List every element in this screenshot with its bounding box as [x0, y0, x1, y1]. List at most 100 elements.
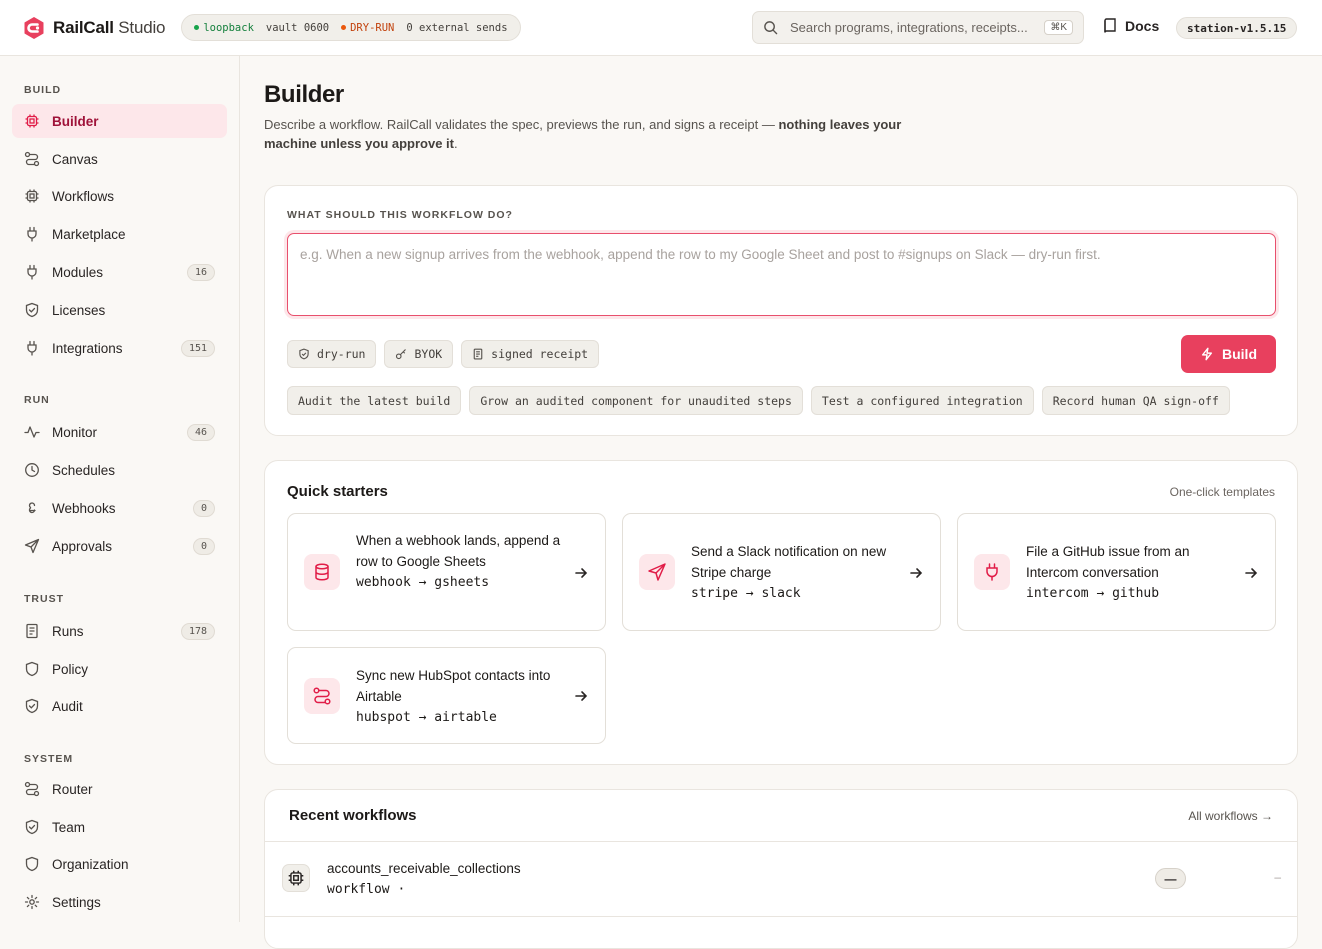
page-description: Describe a workflow. RailCall validates … [264, 117, 902, 151]
lightning-icon [1201, 347, 1213, 361]
cpu-icon [24, 188, 40, 204]
gear-icon [24, 894, 40, 910]
sidebar-item-label: Builder [52, 113, 99, 129]
section-trust: TRUST [24, 593, 64, 605]
suggestion-chips: Audit the latest build Grow an audited c… [287, 386, 1230, 415]
workflow-updated: – [1274, 870, 1281, 884]
cpu-icon [282, 864, 310, 892]
count-badge: 178 [180, 622, 215, 640]
byok-chip[interactable]: BYOK [384, 340, 454, 368]
sidebar-item-label: Router [52, 781, 93, 797]
sidebar: BUILD Builder Canvas Workflows Marketpla… [0, 56, 240, 922]
recent-workflows-card: Recent workflows All workflows → account… [264, 789, 1298, 949]
starter-text: Send a Slack notification on new Stripe … [691, 541, 896, 604]
railcall-logo-icon [24, 16, 44, 39]
sidebar-item-label: Schedules [52, 462, 116, 478]
all-workflows-link[interactable]: All workflows → [1188, 809, 1273, 823]
search-input[interactable]: Search programs, integrations, receipts.… [752, 11, 1084, 44]
route-icon [24, 781, 40, 797]
starter-intercom-github[interactable]: File a GitHub issue from an Intercom con… [957, 513, 1276, 631]
count-badge: 16 [186, 263, 215, 281]
quick-starters-subtitle: One-click templates [1169, 485, 1275, 499]
starter-webhook-gsheets[interactable]: When a webhook lands, append a row to Go… [287, 513, 606, 631]
suggestion-test-integration[interactable]: Test a configured integration [810, 386, 1034, 415]
sidebar-item-policy[interactable]: Policy [12, 652, 227, 686]
send-icon [639, 554, 675, 590]
starter-text: Sync new HubSpot contacts into Airtable … [356, 665, 561, 728]
suggestion-audit-latest-build[interactable]: Audit the latest build [287, 386, 462, 415]
sidebar-item-label: Integrations [52, 340, 123, 356]
sidebar-item-label: Modules [52, 264, 104, 280]
sidebar-item-marketplace[interactable]: Marketplace [12, 217, 227, 251]
database-icon [304, 554, 340, 590]
plug-icon [24, 264, 40, 280]
brand-logo[interactable]: RailCall Studio [22, 16, 166, 40]
count-badge: 0 [192, 499, 215, 517]
sidebar-item-label: Policy [52, 661, 89, 677]
sidebar-item-schedules[interactable]: Schedules [12, 453, 227, 487]
version-badge: station-v1.5.15 [1176, 17, 1298, 39]
cpu-icon [24, 113, 40, 129]
workflow-prompt-card: WHAT SHOULD THIS WORKFLOW DO? e.g. When … [264, 185, 1298, 436]
docs-link[interactable]: Docs [1103, 18, 1159, 34]
workflow-description-input[interactable]: e.g. When a new signup arrives from the … [287, 233, 1276, 316]
sidebar-item-organization[interactable]: Organization [12, 847, 227, 881]
workflow-name: accounts_receivable_collections [327, 861, 521, 876]
sidebar-item-label: Monitor [52, 424, 98, 440]
signed-receipt-chip[interactable]: signed receipt [461, 340, 600, 368]
arrow-right-icon [575, 568, 588, 578]
sidebar-item-label: Team [52, 819, 86, 835]
send-icon [24, 538, 40, 554]
plug-icon [24, 226, 40, 242]
sidebar-item-label: Marketplace [52, 226, 126, 242]
sidebar-item-approvals[interactable]: Approvals 0 [12, 529, 227, 563]
shield-check-icon [24, 698, 40, 714]
top-bar: RailCall Studio loopback vault 0600 DRY-… [0, 0, 1322, 56]
dry-run-chip[interactable]: dry-run [287, 340, 377, 368]
sidebar-item-builder[interactable]: Builder [12, 104, 227, 138]
table-row[interactable]: accounts_receivable_collections workflow… [265, 843, 1297, 917]
starter-stripe-slack[interactable]: Send a Slack notification on new Stripe … [622, 513, 941, 631]
starter-flow: intercom → github [1026, 586, 1160, 601]
arrow-right-icon [1245, 568, 1258, 578]
build-button[interactable]: Build [1181, 335, 1276, 373]
sidebar-item-label: Organization [52, 856, 129, 872]
key-icon [396, 349, 407, 360]
starter-flow: webhook → gsheets [356, 575, 490, 590]
starter-flow: hubspot → airtable [356, 710, 497, 725]
sidebar-item-audit[interactable]: Audit [12, 689, 227, 723]
shield-check-icon [24, 302, 40, 318]
plug-icon [974, 554, 1010, 590]
sidebar-item-monitor[interactable]: Monitor 46 [12, 415, 227, 449]
sidebar-item-label: Approvals [52, 538, 113, 554]
vault-status: vault 0600 [265, 21, 330, 34]
sidebar-item-webhooks[interactable]: Webhooks 0 [12, 491, 227, 525]
sidebar-item-team[interactable]: Team [12, 810, 227, 844]
recent-workflows-title: Recent workflows [289, 807, 417, 824]
mode-chips: dry-run BYOK signed receipt [287, 340, 600, 368]
starter-hubspot-airtable[interactable]: Sync new HubSpot contacts into Airtable … [287, 647, 606, 744]
sidebar-item-label: Webhooks [52, 500, 116, 516]
sidebar-item-workflows[interactable]: Workflows [12, 179, 227, 213]
environment-status: loopback vault 0600 DRY-RUN 0 external s… [181, 14, 521, 41]
sidebar-item-router[interactable]: Router [12, 772, 227, 806]
count-badge: 151 [180, 339, 215, 357]
receipt-icon [473, 348, 483, 360]
shield-icon [24, 856, 40, 872]
sidebar-item-runs[interactable]: Runs 178 [12, 614, 227, 648]
sidebar-item-licenses[interactable]: Licenses [12, 293, 227, 327]
plug-icon [24, 340, 40, 356]
sidebar-item-modules[interactable]: Modules 16 [12, 255, 227, 289]
sidebar-item-canvas[interactable]: Canvas [12, 142, 227, 176]
main-content: Builder Describe a workflow. RailCall va… [240, 56, 1322, 949]
suggestion-grow-audited-component[interactable]: Grow an audited component for unaudited … [469, 386, 803, 415]
loopback-status: loopback [194, 22, 254, 34]
activity-icon [24, 424, 40, 440]
sidebar-item-integrations[interactable]: Integrations 151 [12, 331, 227, 365]
suggestion-record-qa-signoff[interactable]: Record human QA sign-off [1041, 386, 1230, 415]
brand-name: RailCall Studio [53, 17, 166, 37]
shield-check-icon [299, 348, 309, 360]
sidebar-item-settings[interactable]: Settings [12, 885, 227, 919]
shield-check-icon [24, 819, 40, 835]
sidebar-item-label: Canvas [52, 151, 98, 167]
